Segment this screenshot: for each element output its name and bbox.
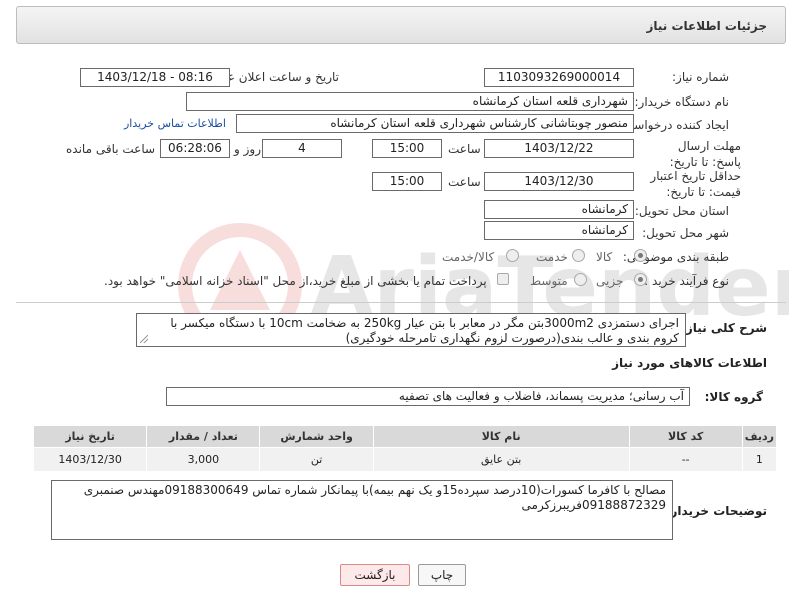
buyer-notes-label: توضیحات خریدار:	[665, 504, 767, 518]
table-row: 1 -- بتن عایق تن 3,000 1403/12/30	[32, 447, 778, 472]
back-button[interactable]: بازگشت	[340, 564, 410, 586]
treasury-payment-checkbox[interactable]	[497, 273, 509, 285]
deadline-time-field: 15:00	[372, 139, 442, 158]
requester-field: منصور چوبتاشانی کارشناس شهرداری قلعه است…	[236, 114, 634, 133]
goods-table: ردیف کد کالا نام کالا واحد شمارش تعداد /…	[32, 425, 778, 472]
category-goods-label: کالا	[596, 250, 613, 264]
resize-handle-icon[interactable]	[140, 335, 148, 343]
deadline-time-label: ساعت	[448, 142, 481, 156]
province-label: استان محل تحویل:	[634, 204, 729, 218]
deadline-label: مهلت ارسال پاسخ: تا تاریخ:	[669, 139, 741, 169]
cell-date: 1403/12/30	[32, 447, 148, 472]
description-field[interactable]: اجرای دستمزدی 3000m2بتن مگر در معابر با …	[136, 313, 686, 347]
buyer-org-label: نام دستگاه خریدار:	[634, 95, 730, 109]
description-text: اجرای دستمزدی 3000m2بتن مگر در معابر با …	[170, 316, 679, 345]
goods-group-field: آب رسانی؛ مدیریت پسماند، فاضلاب و فعالیت…	[166, 387, 690, 406]
buyer-org-field: شهرداری قلعه استان کرمانشاه	[186, 92, 634, 111]
page-header: جزئیات اطلاعات نیاز	[16, 6, 786, 44]
cell-qty: 3,000	[146, 447, 261, 472]
need-number-field: 1103093269000014	[484, 68, 634, 87]
buyer-contact-link[interactable]: اطلاعات تماس خریدار	[124, 117, 226, 130]
process-small-label: جزیی	[596, 274, 624, 288]
goods-info-heading: اطلاعات کالاهای مورد نیاز	[612, 356, 767, 370]
deadline-days-field: 4	[262, 139, 342, 158]
col-code-header: کد کالا	[628, 425, 743, 448]
treasury-payment-note: پرداخت تمام یا بخشی از مبلغ خرید،از محل …	[104, 274, 487, 288]
cell-unit: تن	[259, 447, 374, 472]
need-number-label: شماره نیاز:	[672, 70, 729, 84]
process-label: نوع فرآیند خرید :	[644, 274, 729, 288]
cell-code: --	[628, 447, 743, 472]
city-label: شهر محل تحویل:	[642, 226, 729, 240]
validity-date-field: 1403/12/30	[484, 172, 634, 191]
category-goods-service-radio[interactable]	[506, 249, 519, 262]
category-goods-radio[interactable]	[634, 249, 647, 262]
col-qty-header: تعداد / مقدار	[146, 425, 261, 448]
remaining-time-field: 06:28:06	[160, 139, 230, 158]
col-date-header: تاریخ نیاز	[32, 425, 148, 448]
category-service-radio[interactable]	[572, 249, 585, 262]
category-service-label: خدمت	[536, 250, 568, 264]
remaining-time-label: ساعت باقی مانده	[66, 142, 156, 156]
cell-name: بتن عایق	[372, 447, 630, 472]
buyer-notes-text: مصالح با کافرما کسورات(10درصد سپرده15و ی…	[83, 483, 666, 512]
deadline-days-label: روز و	[234, 142, 261, 156]
province-field: کرمانشاه	[484, 200, 634, 219]
process-small-radio[interactable]	[634, 273, 647, 286]
col-row-header: ردیف	[741, 425, 778, 448]
validity-time-label: ساعت	[448, 175, 481, 189]
deadline-date-field: 1403/12/22	[484, 139, 634, 158]
process-medium-radio[interactable]	[574, 273, 587, 286]
buyer-notes-field[interactable]: مصالح با کافرما کسورات(10درصد سپرده15و ی…	[51, 480, 673, 540]
announce-field: 1403/12/18 - 08:16	[80, 68, 230, 87]
validity-label: حداقل تاریخ اعتبار قیمت: تا تاریخ:	[650, 169, 741, 199]
table-header-row: ردیف کد کالا نام کالا واحد شمارش تعداد /…	[32, 425, 778, 448]
validity-time-field: 15:00	[372, 172, 442, 191]
page-title: جزئیات اطلاعات نیاز	[646, 19, 767, 33]
requester-label: ایجاد کننده درخواست:	[618, 118, 729, 132]
divider	[16, 302, 786, 303]
city-field: کرمانشاه	[484, 221, 634, 240]
cell-row: 1	[741, 447, 778, 472]
col-name-header: نام کالا	[372, 425, 630, 448]
process-medium-label: متوسط	[530, 274, 568, 288]
print-button[interactable]: چاپ	[418, 564, 466, 586]
description-label: شرح کلی نیاز:	[681, 321, 767, 335]
col-unit-header: واحد شمارش	[259, 425, 374, 448]
goods-group-label: گروه کالا:	[704, 390, 763, 404]
category-goods-service-label: کالا/خدمت	[442, 250, 495, 264]
